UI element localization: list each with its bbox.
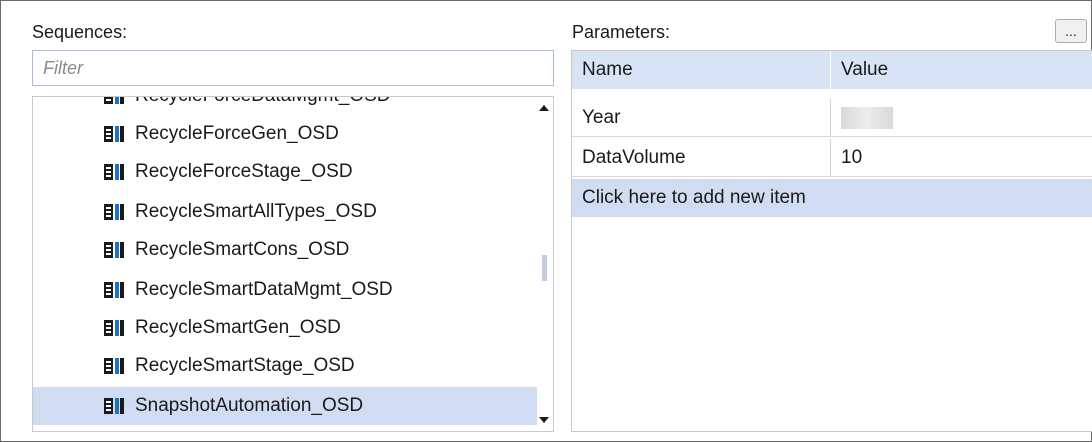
- list-item[interactable]: RecycleSmartAllTypes_OSD: [33, 193, 537, 231]
- more-options-button[interactable]: ...: [1055, 19, 1087, 43]
- list-item[interactable]: RecycleForceDataMgmt_OSD: [33, 97, 537, 115]
- sequence-icon: [104, 164, 124, 180]
- filter-input[interactable]: [33, 51, 553, 85]
- table-row[interactable]: DataVolume 10: [572, 139, 1092, 177]
- param-name-cell[interactable]: Year: [572, 99, 831, 137]
- sequence-name: RecycleSmartStage_OSD: [135, 355, 355, 376]
- sequence-icon: [104, 320, 124, 336]
- list-item[interactable]: RecycleSmartDataMgmt_OSD: [33, 271, 537, 309]
- list-item[interactable]: RecycleSmartCons_OSD: [33, 231, 537, 269]
- filter-box[interactable]: [32, 50, 554, 86]
- sequence-icon: [104, 126, 124, 142]
- parameters-label: Parameters:: [572, 22, 671, 42]
- sequence-name: RecycleSmartAllTypes_OSD: [135, 201, 377, 222]
- grid-header-row: Name Value: [572, 51, 1092, 89]
- list-item[interactable]: RecycleForceGen_OSD: [33, 115, 537, 153]
- add-new-item-row[interactable]: Click here to add new item: [572, 179, 1092, 217]
- sequence-icon: [104, 398, 124, 414]
- sequence-icon: [104, 204, 124, 220]
- sequences-label: Sequences:: [32, 22, 128, 42]
- sequence-name: RecycleForceDataMgmt_OSD: [135, 97, 391, 107]
- list-item[interactable]: RecycleSmartStage_OSD: [33, 347, 537, 385]
- sequence-name: RecycleSmartGen_OSD: [135, 317, 341, 338]
- sequence-name: RecycleSmartCons_OSD: [135, 239, 350, 260]
- sequence-name: SnapshotAutomation_OSD: [135, 395, 364, 416]
- parameters-grid: Name Value Year DataVolume 10 Click here…: [571, 50, 1092, 432]
- vertical-scrollbar[interactable]: [535, 97, 553, 431]
- redacted-value: [841, 107, 893, 129]
- list-item[interactable]: RecycleForceStage_OSD: [33, 153, 537, 191]
- column-header-value[interactable]: Value: [831, 51, 1092, 89]
- sequence-name: RecycleForceStage_OSD: [135, 161, 353, 182]
- param-value-cell[interactable]: [831, 99, 1092, 137]
- column-header-name[interactable]: Name: [572, 51, 831, 89]
- add-new-item-label: Click here to add new item: [582, 187, 806, 208]
- scroll-up-arrow-icon[interactable]: [539, 105, 549, 111]
- param-value-cell[interactable]: 10: [831, 139, 1092, 177]
- sequence-icon: [104, 242, 124, 258]
- sequence-list[interactable]: RecycleForceDataMgmt_OSD RecycleForceGen…: [32, 96, 554, 432]
- scroll-down-arrow-icon[interactable]: [539, 417, 549, 423]
- param-name-cell[interactable]: DataVolume: [572, 139, 831, 177]
- sequence-icon: [104, 97, 124, 104]
- sequence-icon: [104, 282, 124, 298]
- sequence-name: RecycleForceGen_OSD: [135, 123, 339, 144]
- sequence-icon: [104, 358, 124, 374]
- sequence-name: RecycleSmartDataMgmt_OSD: [135, 279, 393, 300]
- list-item-selected[interactable]: SnapshotAutomation_OSD: [33, 387, 537, 425]
- scroll-thumb[interactable]: [542, 255, 547, 281]
- table-row[interactable]: Year: [572, 99, 1092, 137]
- list-item[interactable]: RecycleSmartGen_OSD: [33, 309, 537, 347]
